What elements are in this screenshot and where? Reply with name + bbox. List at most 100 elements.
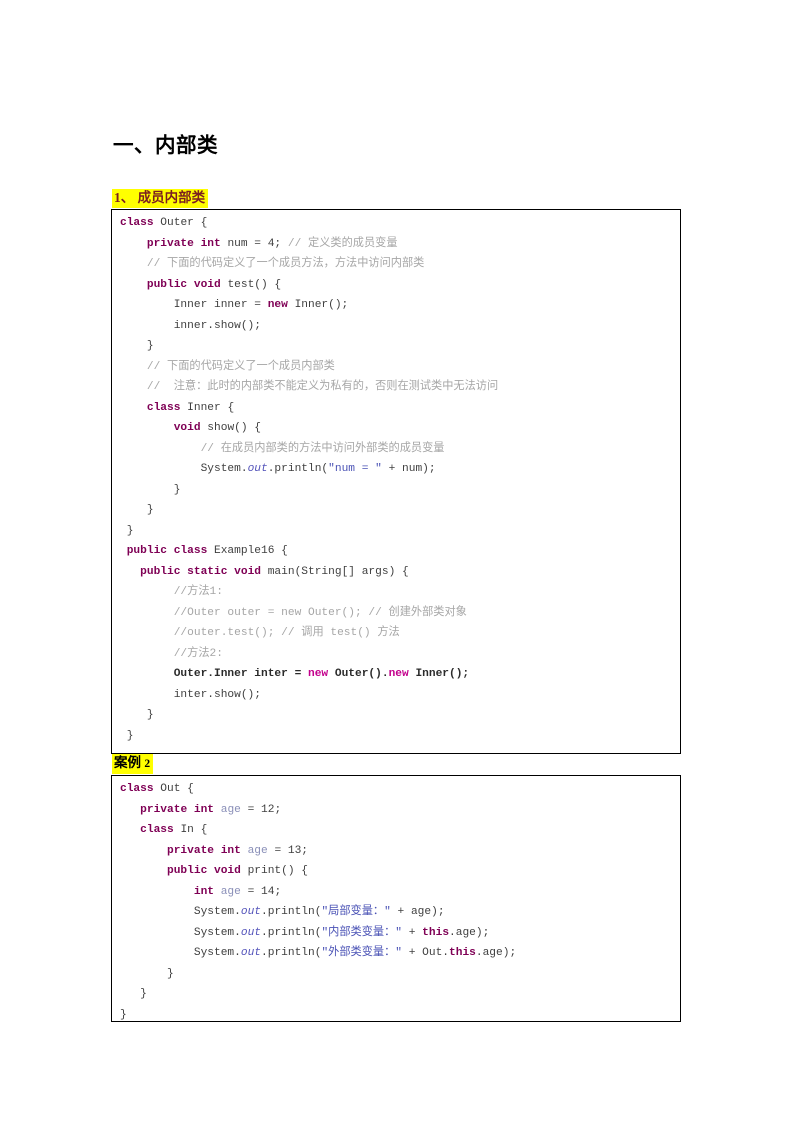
code-token: .age); xyxy=(475,947,517,959)
code-line: System.out.println("局部变量：" + age); xyxy=(112,902,680,923)
code-token: } xyxy=(120,988,147,1000)
code-token: } xyxy=(120,483,181,496)
page-title: 一、内部类 xyxy=(113,134,218,157)
code-token: = 13; xyxy=(267,844,309,857)
code-token: int xyxy=(193,885,221,898)
code-token: out xyxy=(247,463,268,475)
code-token: .println( xyxy=(267,463,329,475)
code-line: class Out { xyxy=(112,779,680,800)
code-token: test() { xyxy=(227,278,282,291)
code-token: System. xyxy=(120,463,248,475)
code-token: "内部类变量：" xyxy=(321,926,403,939)
code-token: } xyxy=(120,340,154,352)
code-line: private int age = 13; xyxy=(112,841,680,862)
code-lines-1: class Outer { private int num = 4; // 定义… xyxy=(112,210,680,746)
code-token: Inner(); xyxy=(294,299,349,311)
code-token: Outer(). xyxy=(334,668,389,680)
code-token: age xyxy=(220,803,241,816)
code-token: out xyxy=(240,906,262,918)
code-line: public void print() { xyxy=(112,861,680,882)
code-line: //方法1: xyxy=(112,582,680,603)
code-token: void xyxy=(173,422,208,434)
code-token: + Out. xyxy=(402,947,450,959)
code-line: } xyxy=(112,1005,680,1022)
code-token: // 在成员内部类的方法中访问外部类的成员变量 xyxy=(200,442,445,455)
code-line: // 注意：此时的内部类不能定义为私有的，否则在测试类中无法访问 xyxy=(112,377,680,398)
code-line: System.out.println("内部类变量：" + this.age); xyxy=(112,923,680,944)
code-token: System. xyxy=(120,926,241,939)
code-token: Inner { xyxy=(187,401,235,414)
code-line: inner.show(); xyxy=(112,316,680,337)
case-number: 2 xyxy=(144,758,151,770)
code-token: public class xyxy=(126,545,214,557)
code-token: .age); xyxy=(449,926,490,939)
code-token: // 下面的代码定义了一个成员方法，方法中访问内部类 xyxy=(146,258,425,270)
code-line: } xyxy=(112,500,680,521)
code-token: new xyxy=(267,299,295,311)
code-line: private int age = 12; xyxy=(112,800,680,821)
code-token: num = 4; xyxy=(227,237,288,250)
code-lines-2: class Out { private int age = 12; class … xyxy=(112,776,680,1022)
code-line: // 下面的代码定义了一个成员内部类 xyxy=(112,357,680,378)
code-token: age xyxy=(220,885,241,898)
code-line: class In { xyxy=(112,820,680,841)
code-token: System. xyxy=(120,947,241,959)
code-line: } xyxy=(112,984,680,1005)
code-token: class xyxy=(146,401,188,414)
code-token: = 14; xyxy=(240,885,282,898)
code-token: private int xyxy=(140,803,221,816)
code-token: this xyxy=(422,926,450,939)
code-token: // 注意：此时的内部类不能定义为私有的，否则在测试类中无法访问 xyxy=(146,381,499,393)
code-token: main(String[] args) { xyxy=(267,565,409,578)
code-line: int age = 14; xyxy=(112,882,680,903)
code-line: // 在成员内部类的方法中访问外部类的成员变量 xyxy=(112,439,680,460)
code-token: .println( xyxy=(261,947,322,959)
code-block-out-in: class Out { private int age = 12; class … xyxy=(111,775,681,1022)
code-token: //outer.test(); // 调用 test() 方法 xyxy=(173,627,400,639)
code-token: } xyxy=(120,1008,127,1021)
code-token: "局部变量：" xyxy=(321,906,391,918)
code-line: // 下面的代码定义了一个成员方法，方法中访问内部类 xyxy=(112,254,680,275)
code-token: } xyxy=(120,504,154,516)
code-token: } xyxy=(120,709,154,721)
code-line: } xyxy=(112,521,680,542)
code-line: //方法2: xyxy=(112,644,680,665)
code-token: + xyxy=(402,926,423,939)
code-token: //方法2: xyxy=(173,647,223,660)
code-block-example16: class Outer { private int num = 4; // 定义… xyxy=(111,209,681,754)
code-token: inter.show(); xyxy=(120,688,261,701)
code-token: public static void xyxy=(140,565,268,578)
code-line: } xyxy=(112,964,680,985)
code-line: } xyxy=(112,480,680,501)
code-token: .println( xyxy=(261,906,322,918)
code-line: class Outer { xyxy=(112,213,680,234)
code-token: new xyxy=(308,668,335,680)
code-line: } xyxy=(112,726,680,747)
code-token: new xyxy=(388,668,416,680)
code-token: Inner(); xyxy=(415,668,470,680)
code-token: show() { xyxy=(207,422,262,434)
code-token: // 定义类的成员变量 xyxy=(287,237,398,250)
code-token: age xyxy=(247,844,268,857)
code-token: class xyxy=(120,217,161,229)
code-line: } xyxy=(112,705,680,726)
code-token: "num = " xyxy=(328,463,382,475)
code-line: //outer.test(); // 调用 test() 方法 xyxy=(112,623,680,644)
code-token: In { xyxy=(180,824,208,836)
code-token: "外部类变量：" xyxy=(321,947,403,959)
code-line: } xyxy=(112,336,680,357)
